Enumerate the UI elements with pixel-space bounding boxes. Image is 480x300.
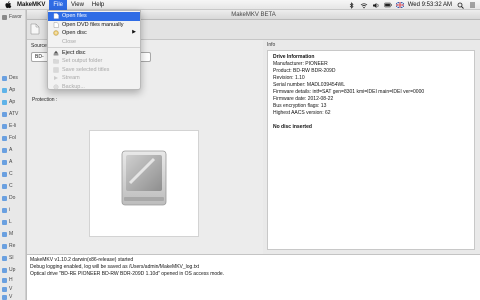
- app-icon: [2, 99, 7, 105]
- apple-icon[interactable]: [3, 0, 13, 10]
- info-line: Revision: 1.10: [273, 75, 305, 81]
- save-icon: [53, 67, 59, 73]
- finder-item[interactable]: Ap: [0, 85, 26, 95]
- status-area: Wed 9:53:32 AM: [348, 0, 480, 10]
- menu-item-backup[interactable]: Backup...: [48, 83, 140, 92]
- info-line: Drive Information: [273, 54, 315, 60]
- search-icon[interactable]: [456, 1, 464, 9]
- folder-icon: [53, 58, 59, 64]
- folder-icon: [2, 267, 7, 273]
- submenu-arrow-icon: ▶: [132, 29, 136, 36]
- backup-icon: [53, 84, 59, 90]
- folder-icon: [2, 183, 7, 189]
- menu-file[interactable]: File: [49, 0, 68, 10]
- menu-item-open-files[interactable]: Open files: [48, 12, 140, 21]
- menu-item-save-selected-titles[interactable]: Save selected titles: [48, 66, 140, 75]
- info-line: Firmware details: intf=SAT gen=8301 kmi=…: [273, 89, 425, 95]
- finder-sidebar: Favor Des Ap Ap ATV E-li Fol A A C C Do …: [0, 10, 26, 300]
- info-line: [273, 117, 469, 124]
- menu-bar: MakeMKV File View Help Wed 9:53:32 AM: [0, 0, 480, 10]
- volume-icon[interactable]: [372, 1, 380, 9]
- menu-help[interactable]: Help: [88, 0, 108, 10]
- folder-icon: [2, 231, 7, 237]
- log-line: Optical drive "BD-RE PIONEER BD-RW BDR-2…: [30, 271, 225, 277]
- finder-item[interactable]: E-li: [0, 121, 26, 131]
- open-files-icon[interactable]: [30, 23, 40, 35]
- log-line: MakeMKV v1.10.2 darwin(x86-release) star…: [30, 257, 134, 263]
- notification-center-icon[interactable]: [468, 1, 476, 9]
- menu-item-set-output-folder[interactable]: Set output folder: [48, 57, 140, 66]
- folder-icon: [2, 195, 7, 201]
- finder-item[interactable]: V: [0, 292, 26, 300]
- source-label: Source: [31, 43, 47, 49]
- menu-item-open-dvd-files[interactable]: Open DVD files manually: [48, 21, 140, 30]
- folder-icon: [2, 207, 7, 213]
- folder-icon: [2, 277, 7, 283]
- folder-icon: [2, 286, 7, 292]
- menu-item-open-disc[interactable]: Open disc ▶: [48, 29, 140, 38]
- info-line: Highest AACS version: 62: [273, 110, 331, 116]
- folder-icon: [2, 243, 7, 249]
- finder-item[interactable]: Do: [0, 193, 26, 203]
- protection-label: Protection :: [32, 97, 58, 103]
- finder-item[interactable]: Sl: [0, 253, 26, 263]
- bluetooth-icon[interactable]: [348, 1, 356, 9]
- folder-icon: [2, 135, 7, 141]
- info-line: Product: BD-RW BDR-209D: [273, 68, 336, 74]
- folder-icon: [2, 159, 7, 165]
- eject-icon: [53, 50, 59, 56]
- dvd-files-icon: [53, 22, 59, 28]
- info-pane: Info Drive Information Manufacturer: PIO…: [263, 40, 480, 254]
- menu-item-close[interactable]: Close: [48, 38, 140, 47]
- finder-item[interactable]: Des: [0, 73, 26, 83]
- source-value: BD-: [35, 54, 44, 60]
- drive-image[interactable]: [89, 130, 199, 237]
- info-line: Bus encryption flags: 13: [273, 103, 327, 109]
- wifi-icon[interactable]: [360, 1, 368, 9]
- menu-view[interactable]: View: [67, 0, 88, 10]
- info-header: Info: [267, 42, 276, 48]
- finder-item[interactable]: ATV: [0, 109, 26, 119]
- folder-icon: [2, 123, 7, 129]
- finder-item[interactable]: C: [0, 181, 26, 191]
- finder-item[interactable]: A: [0, 157, 26, 167]
- clock[interactable]: Wed 9:53:32 AM: [408, 2, 452, 8]
- finder-item[interactable]: C: [0, 169, 26, 179]
- info-line: No disc inserted: [273, 124, 312, 130]
- menu-item-eject-disc[interactable]: Eject disc: [48, 48, 140, 57]
- folder-icon: [2, 147, 7, 153]
- battery-icon[interactable]: [383, 1, 392, 9]
- log-line: Debug logging enabled, log will be saved…: [30, 264, 199, 270]
- finder-item[interactable]: Favor: [0, 12, 26, 22]
- app-icon: [2, 87, 7, 93]
- finder-item[interactable]: M: [0, 229, 26, 239]
- flag-icon[interactable]: [395, 1, 404, 9]
- folder-icon: [2, 255, 7, 261]
- stream-icon: [53, 75, 59, 81]
- folder-icon: [2, 75, 7, 81]
- finder-item[interactable]: Fol: [0, 133, 26, 143]
- optical-drive-icon: [121, 150, 167, 206]
- folder-icon: [2, 14, 7, 20]
- finder-item[interactable]: i: [0, 205, 26, 215]
- finder-item[interactable]: A: [0, 145, 26, 155]
- folder-icon: [2, 294, 7, 300]
- finder-item[interactable]: Ap: [0, 97, 26, 107]
- menu-item-stream[interactable]: Stream: [48, 74, 140, 83]
- file-menu-dropdown: Open files Open DVD files manually Open …: [47, 10, 141, 90]
- app-menu[interactable]: MakeMKV: [13, 0, 49, 10]
- folder-icon: [2, 111, 7, 117]
- info-box[interactable]: Drive Information Manufacturer: PIONEER …: [267, 50, 475, 250]
- disc-icon: [53, 30, 59, 37]
- info-line: Firmware date: 2012-08-22: [273, 96, 334, 102]
- finder-item[interactable]: L: [0, 217, 26, 227]
- folder-icon: [2, 171, 7, 177]
- folder-icon: [2, 219, 7, 225]
- finder-item[interactable]: Re: [0, 241, 26, 251]
- info-line: Serial number: MADL039454WL: [273, 82, 345, 88]
- info-line: Manufacturer: PIONEER: [273, 61, 328, 67]
- log-output[interactable]: MakeMKV v1.10.2 darwin(x86-release) star…: [27, 254, 480, 300]
- finder-item[interactable]: Up: [0, 265, 26, 275]
- open-files-icon: [53, 13, 59, 19]
